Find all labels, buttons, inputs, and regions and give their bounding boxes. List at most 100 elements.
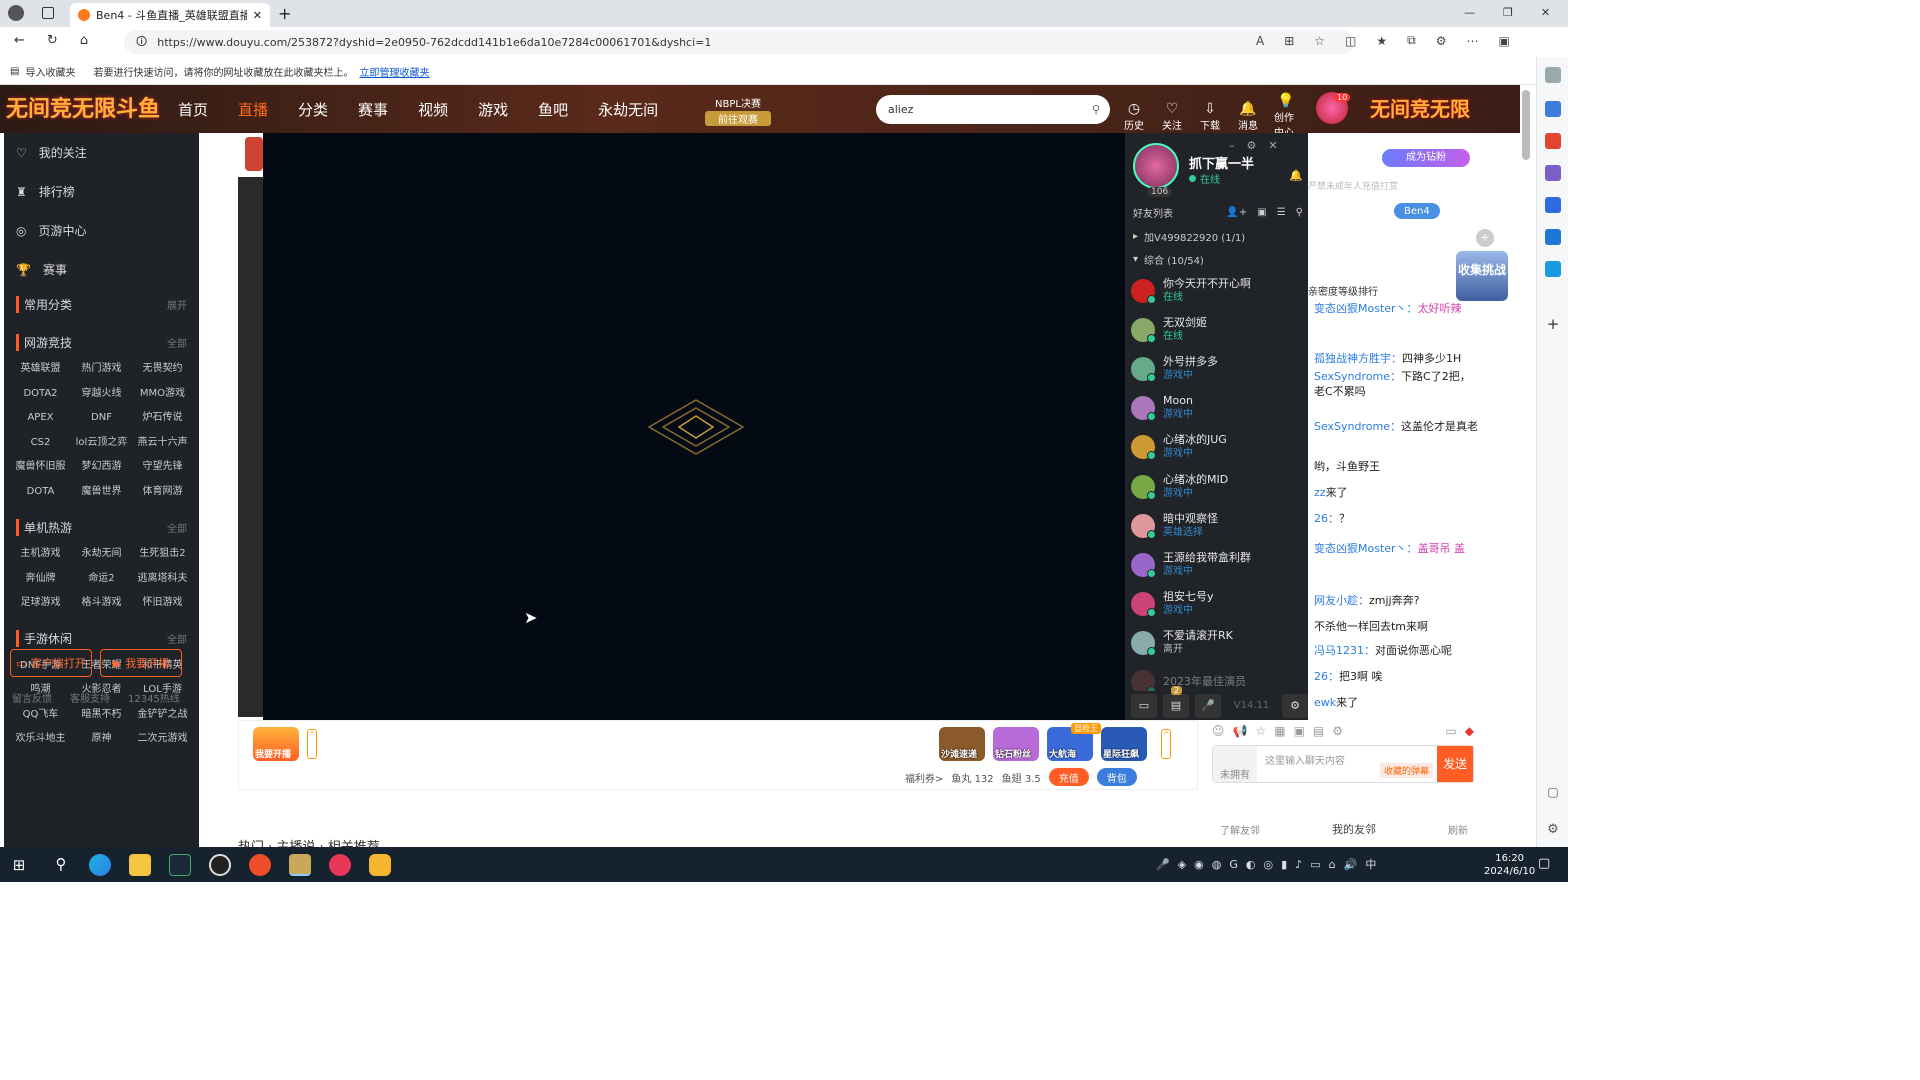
friend-row[interactable]: Moon 游戏中 [1125, 389, 1308, 428]
add-sidebar-icon[interactable]: + [1545, 315, 1561, 333]
microphone-icon[interactable]: 🎤 [1195, 693, 1221, 718]
my-friends-tab[interactable]: 我的友邻 [1332, 821, 1376, 837]
category-item[interactable]: 暗黑不朽 [71, 703, 132, 728]
ticket-icon[interactable]: ▤ [1313, 724, 1324, 738]
category-item[interactable]: 金铲铲之战 [132, 703, 193, 728]
category-item[interactable]: 守望先锋 [132, 455, 193, 480]
nav-item-3[interactable]: 赛事 [358, 99, 388, 120]
search-icon[interactable] [1545, 67, 1561, 83]
expand-promo-icon[interactable]: ^ [307, 729, 317, 759]
close-tab-icon[interactable]: ✕ [253, 9, 262, 22]
copilot-icon[interactable]: ▣ [1499, 34, 1510, 48]
send-icon[interactable] [1545, 261, 1561, 277]
client-settings-icon[interactable]: ⚙ [1282, 693, 1308, 718]
more-icon[interactable]: ⋯ [1467, 34, 1479, 48]
netease-music-icon[interactable] [329, 854, 351, 876]
chat-username[interactable]: SexSyndrome： [1314, 420, 1401, 433]
backpack-button[interactable]: 背包 [1096, 768, 1137, 786]
messages-icon[interactable]: ▤ 2 [1163, 685, 1189, 718]
restore-icon[interactable]: ❐ [1503, 6, 1513, 19]
chat-username[interactable]: 冯马1231： [1314, 644, 1375, 657]
friend-row[interactable]: 心绪冰的MID 游戏中 [1125, 467, 1308, 506]
header-icon-0[interactable]: ◷ 历史 [1122, 101, 1146, 132]
ime-icon[interactable]: 中 [1365, 856, 1376, 872]
url-bar[interactable]: 🛈 https://www.douyu.com/253872?dyshid=2e… [124, 30, 1354, 54]
category-item[interactable]: 体育网游 [132, 480, 193, 505]
open-client-button[interactable]: ▭ 客户端打开 [10, 649, 92, 677]
friend-row[interactable]: 无双剑姬 在线 [1125, 310, 1308, 349]
category-item[interactable]: 欢乐斗地主 [10, 727, 71, 752]
friend-row[interactable]: 你今天开不开心啊 在线 [1125, 271, 1308, 310]
chat-username[interactable]: 变态凶狠Moster丶： [1314, 542, 1418, 555]
chat-username[interactable]: zz [1314, 486, 1326, 499]
nbpl-final-banner[interactable]: NBPL决赛 前往观赛 [705, 95, 771, 126]
category-item[interactable]: DNF [71, 406, 132, 431]
category-item[interactable]: lol云顶之弈 [71, 431, 132, 456]
chat-bubble-icon[interactable]: ▭ [1131, 693, 1157, 718]
category-item[interactable]: MMO游戏 [132, 382, 193, 407]
sidebar-footer-link-2[interactable]: 12345热线 [128, 690, 180, 705]
collect-challenge-banner[interactable]: 收集挑战 [1456, 251, 1508, 301]
streamer-thumbnail[interactable] [245, 137, 263, 171]
tray-steam-icon[interactable]: ◍ [1212, 858, 1222, 871]
folder-icon[interactable]: ▣ [1257, 207, 1266, 218]
sidebar-section-more-1[interactable]: 全部 [167, 520, 187, 535]
friend-search-icon[interactable]: ⚲ [1296, 207, 1303, 218]
sidebar-footer-link-0[interactable]: 留言反馈 [12, 690, 52, 705]
briefcase-icon[interactable] [1545, 133, 1561, 149]
chat-username[interactable]: 26： [1314, 512, 1339, 525]
site-info-icon[interactable]: 🛈 [136, 33, 147, 52]
taskbar-clock[interactable]: 16:20 2024/6/10 [1484, 852, 1535, 878]
friend-group-2[interactable]: ▾ 综合 (10/54) [1125, 248, 1308, 271]
red-packet-icon[interactable]: ◆ [1465, 724, 1474, 738]
tray-battery-icon[interactable]: ▮ [1281, 858, 1287, 871]
screenshot-icon[interactable]: ▢ [1545, 785, 1561, 801]
common-expand-link[interactable]: 展开 [167, 297, 187, 312]
minimize-icon[interactable]: — [1464, 6, 1475, 19]
tray-music-icon[interactable]: ◎ [1264, 858, 1274, 871]
league-client-icon[interactable] [289, 854, 311, 876]
profile-avatar[interactable] [1133, 143, 1179, 189]
add-friend-icon[interactable]: 👤+ [1226, 207, 1247, 218]
chat-username[interactable]: 孤独战神方胜宇： [1314, 352, 1402, 365]
chat-username[interactable]: 网友小趁： [1314, 594, 1369, 607]
tag-icon[interactable] [1545, 101, 1561, 117]
horn-icon[interactable]: 📢 [1233, 724, 1248, 738]
chat-username[interactable]: 变态凶狠Moster丶： [1314, 302, 1418, 315]
nav-item-0[interactable]: 首页 [178, 99, 208, 120]
category-item[interactable]: 梦幻西游 [71, 455, 132, 480]
import-favorites-link[interactable]: 导入收藏夹 [25, 64, 75, 79]
network-icon[interactable]: ⌂ [1329, 858, 1336, 871]
friend-row[interactable]: 暗中观察怪 英雄选择 [1125, 506, 1308, 545]
sidebar-section-more-0[interactable]: 全部 [167, 335, 187, 350]
nav-item-6[interactable]: 鱼吧 [538, 99, 568, 120]
nav-item-2[interactable]: 分类 [298, 99, 328, 120]
gift-tool-icon[interactable]: ▦ [1274, 724, 1285, 738]
category-item[interactable]: 无畏契约 [132, 357, 193, 382]
nav-item-1[interactable]: 直播 [238, 99, 268, 120]
sidebar-toggle-icon[interactable]: ⌂ [80, 33, 88, 48]
favorite-star-icon[interactable]: ☆ [1314, 34, 1325, 48]
category-item[interactable]: 原神 [71, 727, 132, 752]
category-item[interactable]: APEX [10, 406, 71, 431]
edge-icon[interactable] [89, 854, 111, 876]
notification-icon[interactable]: ▢ [1538, 856, 1550, 871]
search-icon[interactable]: ⚲ [1092, 103, 1100, 116]
file-explorer-icon[interactable] [129, 854, 151, 876]
nav-item-4[interactable]: 视频 [418, 99, 448, 120]
read-aloud-icon[interactable]: A [1256, 34, 1264, 48]
event-banner[interactable]: 无间竞无限 [1370, 93, 1518, 125]
sidebar-item-0[interactable]: ♡ 我的关注 [4, 133, 199, 172]
tray-wechat-icon[interactable]: ◐ [1246, 858, 1256, 871]
settings-icon[interactable]: ⚙ [1545, 822, 1561, 838]
header-icon-2[interactable]: ⇩ 下载 [1198, 101, 1222, 132]
extensions-icon[interactable]: ⚙ [1436, 34, 1447, 48]
qq-icon[interactable] [369, 854, 391, 876]
sidebar-item-3[interactable]: 🏆 赛事 [4, 250, 199, 289]
become-fan-button[interactable]: 成为钻粉 [1382, 149, 1470, 167]
header-icon-3[interactable]: 🔔 消息 [1236, 101, 1260, 132]
know-friends-link[interactable]: 了解友邻 [1220, 822, 1260, 837]
add-circle-icon[interactable]: + [1476, 229, 1494, 247]
refresh-friends-link[interactable]: 刷新 [1448, 822, 1468, 837]
category-item[interactable]: 怀旧游戏 [132, 591, 193, 616]
